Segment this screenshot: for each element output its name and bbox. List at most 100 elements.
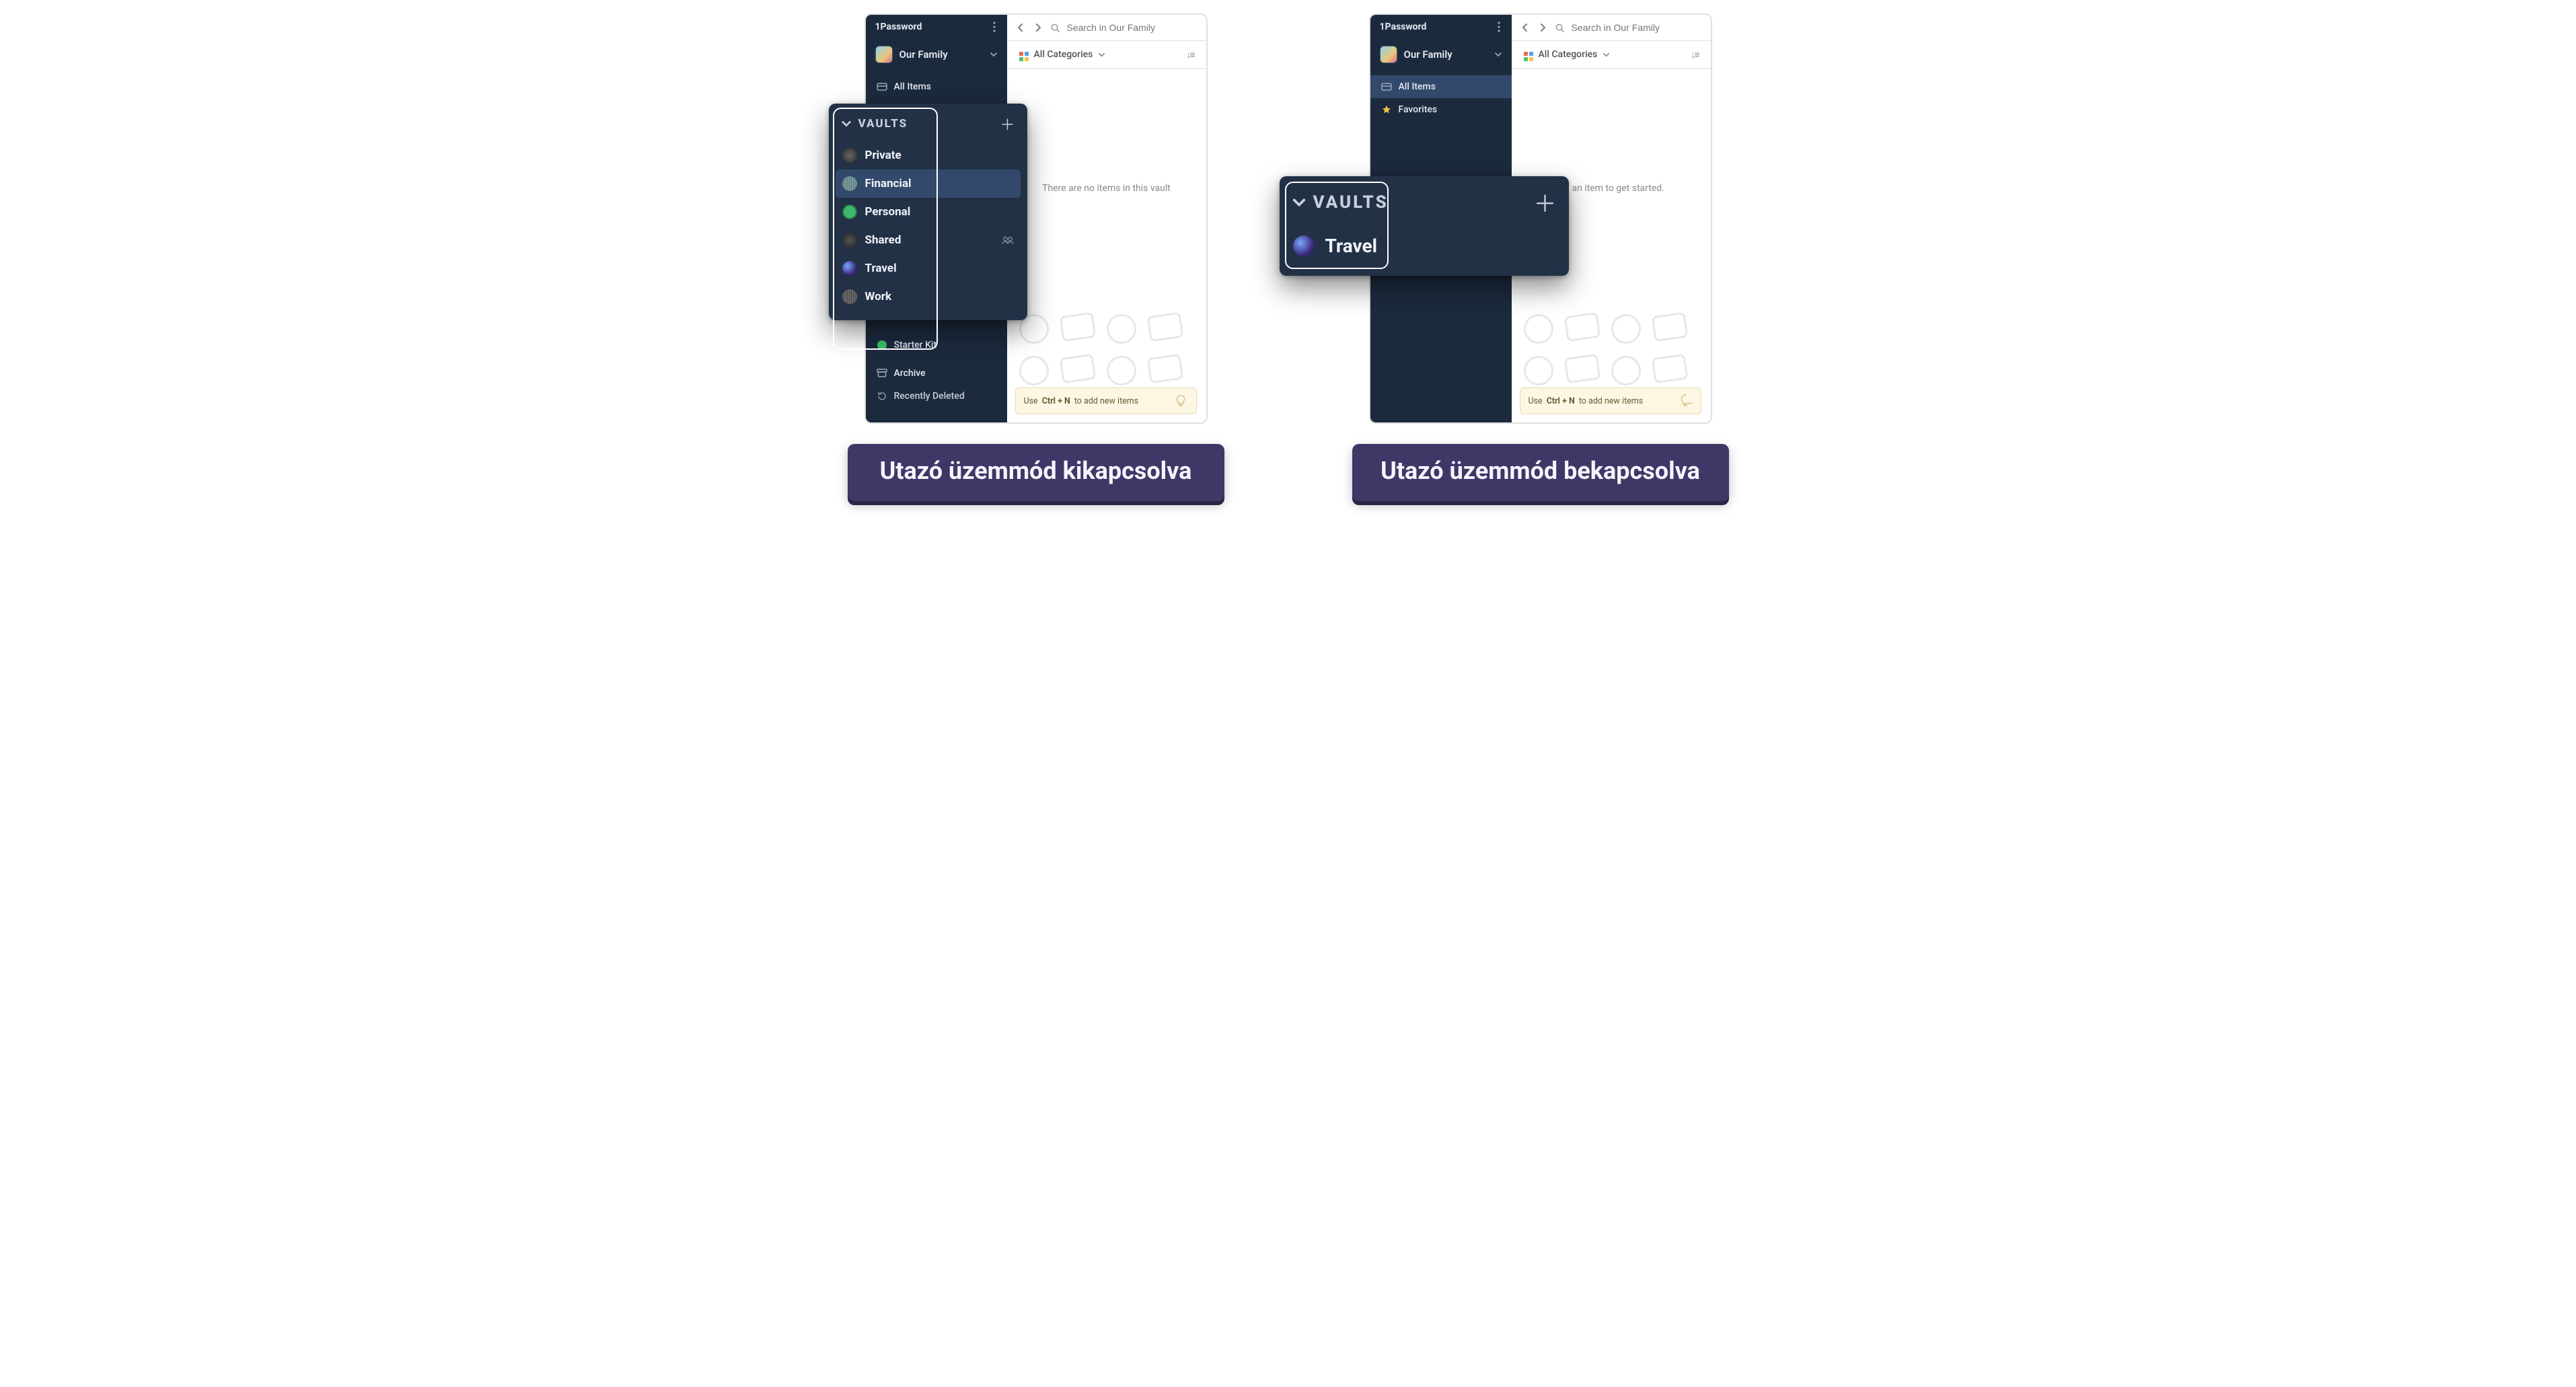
sidebar-item-label: Favorites [1399, 104, 1438, 115]
chevron-down-icon [990, 50, 998, 59]
background-illustration [1512, 285, 1711, 385]
sidebar-item-recently-deleted[interactable]: Recently Deleted [866, 385, 1007, 408]
sidebar-item-label: All Items [1399, 81, 1436, 92]
all-items-icon [1381, 81, 1392, 92]
vaults-popout: VAULTS ＋ Private Financial Personal Shar… [829, 104, 1027, 320]
vault-name: Personal [865, 205, 911, 219]
vaults-popout: VAULTS ＋ Travel [1280, 176, 1569, 276]
shared-indicator-icon [1002, 235, 1014, 245]
app-brand: 1Password [875, 22, 922, 32]
add-vault-button[interactable]: ＋ [1000, 113, 1015, 135]
vault-item-travel[interactable]: Travel [1286, 225, 1562, 266]
vault-name: Travel [1325, 235, 1378, 257]
account-switcher[interactable]: Our Family [1370, 39, 1512, 70]
panel-travel-mode-off: 1Password Our Family All Items [821, 13, 1251, 501]
nav-forward-button[interactable] [1033, 22, 1043, 33]
sidebar-item-all-items[interactable]: All Items [1370, 75, 1512, 98]
vault-item-private[interactable]: Private [836, 141, 1021, 170]
vault-icon [842, 233, 857, 248]
vault-icon [842, 204, 857, 219]
more-menu-icon[interactable] [1494, 22, 1504, 32]
vault-icon [1293, 235, 1315, 257]
vault-item-travel[interactable]: Travel [836, 254, 1021, 283]
search-field[interactable] [1555, 22, 1703, 34]
vault-name: Private [865, 149, 901, 162]
add-vault-button[interactable]: ＋ [1534, 186, 1557, 219]
sidebar-item-label: Recently Deleted [894, 391, 965, 402]
vaults-header: VAULTS [858, 117, 908, 130]
lightbulb-icon [1173, 393, 1188, 408]
account-avatar [1380, 46, 1397, 63]
filter-label: All Categories [1034, 49, 1093, 60]
tip-shortcut: Ctrl + N [1042, 396, 1070, 406]
nav-back-button[interactable] [1520, 22, 1531, 33]
filter-bar: All Categories ↓≡ [1007, 41, 1206, 69]
search-icon [1555, 23, 1565, 33]
sort-button[interactable]: ↓≡ [1691, 49, 1698, 61]
toolbar [1007, 15, 1206, 41]
sidebar-item-all-items[interactable]: All Items [866, 75, 1007, 98]
search-input[interactable] [1570, 22, 1703, 34]
vault-icon [842, 261, 857, 276]
app-brand: 1Password [1380, 22, 1427, 32]
account-avatar [875, 46, 893, 63]
panel-travel-mode-on: 1Password Our Family All Items [1325, 13, 1756, 501]
vaults-header: VAULTS [1313, 192, 1389, 213]
caption-left: Utazó üzemmód kikapcsolva [848, 444, 1224, 501]
app-window-left: 1Password Our Family All Items [864, 13, 1208, 424]
tip-text-post: to add new items [1579, 396, 1643, 406]
lightbulb-icon [1678, 393, 1693, 408]
more-menu-icon[interactable] [990, 22, 999, 32]
toolbar [1512, 15, 1711, 41]
chevron-down-icon [1494, 50, 1502, 59]
sidebar-item-archive[interactable]: Archive [866, 362, 1007, 385]
history-icon [877, 391, 887, 402]
chevron-down-icon [1603, 51, 1610, 59]
main-pane: All Categories ↓≡ There are no items in … [1007, 15, 1206, 422]
search-icon [1050, 23, 1060, 33]
categories-icon [1524, 48, 1533, 61]
account-name: Our Family [1404, 48, 1487, 61]
vault-name: Shared [865, 233, 901, 247]
vault-item-work[interactable]: Work [836, 283, 1021, 311]
archive-icon [877, 368, 887, 379]
vault-icon [842, 289, 857, 304]
empty-vault-message: There are no items in this vault [1007, 183, 1206, 194]
chevron-down-icon[interactable] [841, 118, 852, 129]
starter-kit-icon [877, 340, 887, 350]
nav-back-button[interactable] [1015, 22, 1026, 33]
sidebar-item-label: Archive [894, 368, 926, 379]
sort-button[interactable]: ↓≡ [1186, 49, 1193, 61]
sidebar-item-label: Starter Kit [894, 340, 937, 350]
search-field[interactable] [1050, 22, 1198, 34]
vault-icon [842, 148, 857, 163]
vault-item-personal[interactable]: Personal [836, 198, 1021, 226]
vault-item-shared[interactable]: Shared [836, 226, 1021, 254]
account-name: Our Family [899, 48, 983, 61]
search-input[interactable] [1066, 22, 1198, 34]
vault-name: Financial [865, 177, 912, 190]
account-switcher[interactable]: Our Family [866, 39, 1007, 70]
star-icon [1381, 104, 1392, 115]
category-filter[interactable]: All Categories [1019, 48, 1106, 61]
nav-forward-button[interactable] [1537, 22, 1548, 33]
vault-name: Travel [865, 262, 897, 275]
chevron-down-icon [1098, 51, 1105, 59]
tip-shortcut: Ctrl + N [1547, 396, 1575, 406]
background-illustration [1007, 285, 1206, 385]
filter-bar: All Categories ↓≡ [1512, 41, 1711, 69]
tip-text-pre: Use [1529, 396, 1543, 406]
vault-item-financial[interactable]: Financial [836, 170, 1021, 198]
vault-icon [842, 176, 857, 191]
vault-name: Work [865, 290, 892, 303]
tip-text-pre: Use [1024, 396, 1038, 406]
categories-icon [1019, 48, 1029, 61]
new-item-tip: Use Ctrl + N to add new items [1015, 387, 1197, 414]
tip-text-post: to add new items [1074, 396, 1138, 406]
chevron-down-icon[interactable] [1292, 195, 1307, 210]
app-window-right: 1Password Our Family All Items [1369, 13, 1712, 424]
sidebar-item-starter-kit[interactable]: Starter Kit [866, 334, 1007, 357]
category-filter[interactable]: All Categories [1524, 48, 1611, 61]
new-item-tip: Use Ctrl + N to add new items [1520, 387, 1701, 414]
sidebar-item-favorites[interactable]: Favorites [1370, 98, 1512, 121]
